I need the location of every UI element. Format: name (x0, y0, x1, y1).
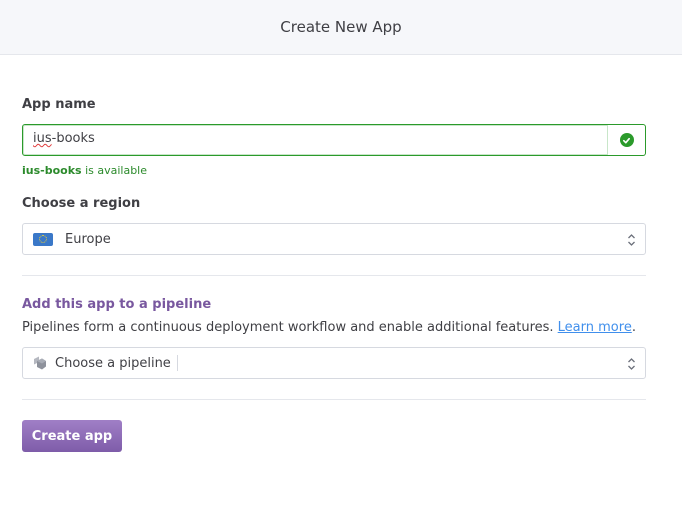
page-header: Create New App (0, 0, 682, 55)
section-divider (22, 399, 646, 400)
create-app-button[interactable]: Create app (22, 420, 122, 452)
select-caret-icon (628, 234, 635, 246)
pipeline-select-placeholder: Choose a pipeline (55, 355, 171, 371)
app-name-input[interactable] (22, 124, 609, 156)
availability-text: is available (81, 164, 148, 177)
region-selected-value: Europe (65, 231, 111, 247)
availability-app-name: ius-books (22, 164, 82, 177)
pipeline-heading: Add this app to a pipeline (22, 297, 212, 312)
page-title: Create New App (280, 18, 402, 36)
availability-message: ius-books is available (22, 164, 147, 177)
check-circle-icon (619, 133, 634, 147)
region-select[interactable]: Europe (22, 223, 646, 255)
pipeline-description-text: Pipelines form a continuous deployment w… (22, 320, 558, 335)
learn-more-link[interactable]: Learn more (558, 320, 632, 335)
pipeline-description: Pipelines form a continuous deployment w… (22, 320, 636, 335)
name-status-addon (608, 124, 646, 156)
pipeline-icon (34, 356, 46, 370)
pipeline-description-period: . (631, 320, 636, 335)
text-cursor (176, 355, 178, 371)
section-divider (22, 275, 646, 276)
region-label: Choose a region (22, 196, 141, 211)
eu-flag-icon (33, 232, 53, 246)
select-caret-icon (628, 358, 635, 370)
pipeline-select[interactable]: Choose a pipeline (22, 347, 646, 379)
app-name-label: App name (22, 97, 96, 112)
